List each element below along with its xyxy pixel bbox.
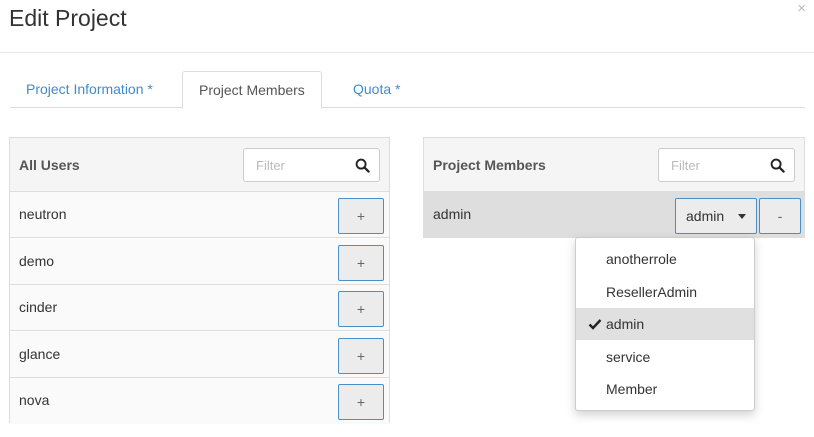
user-name: glance: [19, 345, 61, 362]
tab-project-members[interactable]: Project Members: [182, 71, 322, 109]
project-members-filter-input[interactable]: [659, 149, 764, 181]
all-users-filter: [243, 148, 380, 182]
remove-member-button[interactable]: -: [759, 198, 801, 234]
user-row: glance +: [10, 331, 389, 378]
project-members-header: Project Members: [424, 138, 804, 192]
role-dropdown-value: admin: [686, 208, 725, 224]
member-row: admin admin -: [424, 192, 804, 238]
role-option-label: ResellerAdmin: [606, 283, 698, 300]
role-option[interactable]: Member: [576, 373, 754, 405]
user-name: demo: [19, 252, 55, 269]
add-user-button[interactable]: +: [338, 384, 384, 420]
project-members-panel: Project Members admin admin -: [423, 137, 805, 238]
header-divider: [0, 52, 814, 53]
caret-down-icon: [738, 214, 746, 219]
all-users-title: All Users: [19, 157, 80, 173]
check-icon: [588, 319, 602, 330]
member-name: admin: [433, 206, 472, 222]
add-user-button[interactable]: +: [338, 244, 384, 281]
all-users-filter-input[interactable]: [244, 149, 349, 181]
user-row: demo +: [10, 238, 389, 285]
user-name: cinder: [19, 299, 58, 315]
user-row: neutron +: [10, 192, 389, 238]
add-user-button[interactable]: +: [338, 291, 384, 327]
modal-title: Edit Project: [9, 5, 127, 31]
project-members-title: Project Members: [433, 157, 546, 173]
close-icon[interactable]: ×: [797, 0, 806, 17]
search-icon[interactable]: [355, 158, 370, 173]
tab-bar: Project Information * Project Members Qu…: [10, 71, 805, 109]
search-icon[interactable]: [770, 158, 785, 173]
role-option[interactable]: anotherrole: [576, 243, 754, 275]
user-row: nova +: [10, 378, 389, 424]
role-dropdown-menu: anotherrole ResellerAdmin admin service Memb…: [575, 237, 755, 411]
role-option-label: admin: [606, 316, 645, 332]
role-option-label: service: [606, 348, 651, 365]
role-option[interactable]: service: [576, 341, 754, 373]
user-name: neutron: [19, 206, 67, 222]
role-option-label: anotherrole: [606, 251, 677, 267]
all-users-header: All Users: [10, 138, 389, 192]
user-name: nova: [19, 392, 50, 408]
add-user-button[interactable]: +: [338, 337, 384, 374]
project-members-filter: [658, 148, 795, 182]
all-users-panel: All Users neutron+demo+cinder+glance+nov…: [9, 137, 390, 424]
role-option-label: Member: [606, 381, 658, 397]
user-row: cinder +: [10, 285, 389, 331]
tab-quota[interactable]: Quota *: [337, 71, 416, 108]
role-option[interactable]: admin: [576, 308, 754, 340]
tab-project-information[interactable]: Project Information *: [10, 71, 169, 108]
role-dropdown-button[interactable]: admin: [675, 198, 757, 234]
add-user-button[interactable]: +: [338, 198, 384, 234]
role-option[interactable]: ResellerAdmin: [576, 276, 754, 308]
